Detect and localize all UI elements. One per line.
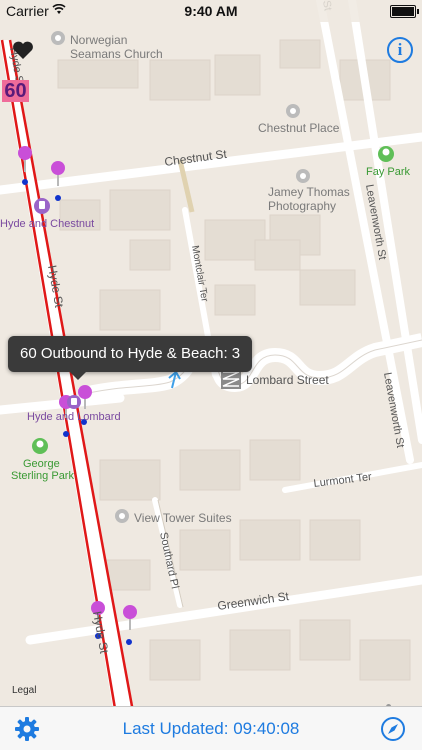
place-label-view-tower: View Tower Suites	[134, 511, 232, 525]
place-label-lombard: Lombard Street	[246, 373, 329, 387]
vehicle-callout[interactable]: 60 Outbound to Hyde & Beach: 3	[8, 336, 253, 380]
app-screen: Carrier 9:40 AM Hyde St Hyde St Hyde St …	[0, 0, 422, 750]
route-number-badge[interactable]: 60	[2, 80, 29, 102]
heart-icon[interactable]	[12, 40, 34, 60]
compass-icon[interactable]	[380, 716, 406, 742]
place-label-george: George	[23, 458, 60, 470]
place-label-hyde-chestnut: Hyde and Chestnut	[0, 218, 94, 230]
place-label-jamey-2: Photography	[268, 199, 336, 213]
place-label-sterling: Sterling Park	[11, 470, 74, 482]
battery-icon	[390, 5, 419, 18]
map-view[interactable]: Hyde St Hyde St Hyde St Chestnut St Mont…	[0, 0, 422, 750]
info-button[interactable]: i	[387, 37, 413, 63]
status-bar: Carrier 9:40 AM	[0, 0, 422, 22]
last-updated-label: Last Updated: 09:40:08	[122, 719, 300, 738]
place-label-chestnut-place: Chestnut Place	[258, 121, 340, 135]
status-time: 9:40 AM	[184, 3, 238, 19]
place-label-norwegian-2: Seamans Church	[70, 47, 163, 61]
place-label-jamey-1: Jamey Thomas	[268, 185, 350, 199]
place-label-hyde-lombard: Hyde and Lombard	[27, 411, 121, 423]
legal-link[interactable]: Legal	[12, 685, 36, 696]
bottom-toolbar: Last Updated: 09:40:08	[0, 706, 422, 750]
place-label-norwegian-1: Norwegian	[70, 33, 127, 47]
place-label-fay-park: Fay Park	[366, 166, 411, 178]
